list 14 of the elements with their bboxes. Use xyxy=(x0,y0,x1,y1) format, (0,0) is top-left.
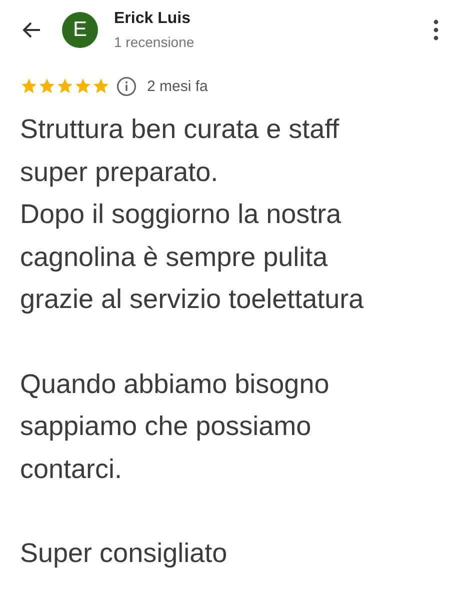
star-icon xyxy=(20,77,38,95)
avatar: E xyxy=(62,12,98,48)
star-icon xyxy=(38,77,56,95)
review-count: 1 recensione xyxy=(114,34,196,50)
star-icon xyxy=(92,77,110,95)
review-date: 2 mesi fa xyxy=(147,78,208,94)
info-icon[interactable] xyxy=(116,76,137,96)
star-icon xyxy=(74,77,92,95)
review-paragraph: Quando abbiamo bisogno sappiamo che possiamo contarci. xyxy=(20,368,330,486)
reviewer-name: Erick Luis xyxy=(114,10,192,28)
review-paragraph: Super consigliato xyxy=(20,537,228,570)
more-options-icon[interactable] xyxy=(433,19,439,41)
star-icon xyxy=(56,77,74,95)
review-paragraph: Struttura ben curata e staff super preparato. Dopo il soggiorno la nostra cagnolina è sempre pulita grazie al servizio toelettatura xyxy=(20,113,365,316)
